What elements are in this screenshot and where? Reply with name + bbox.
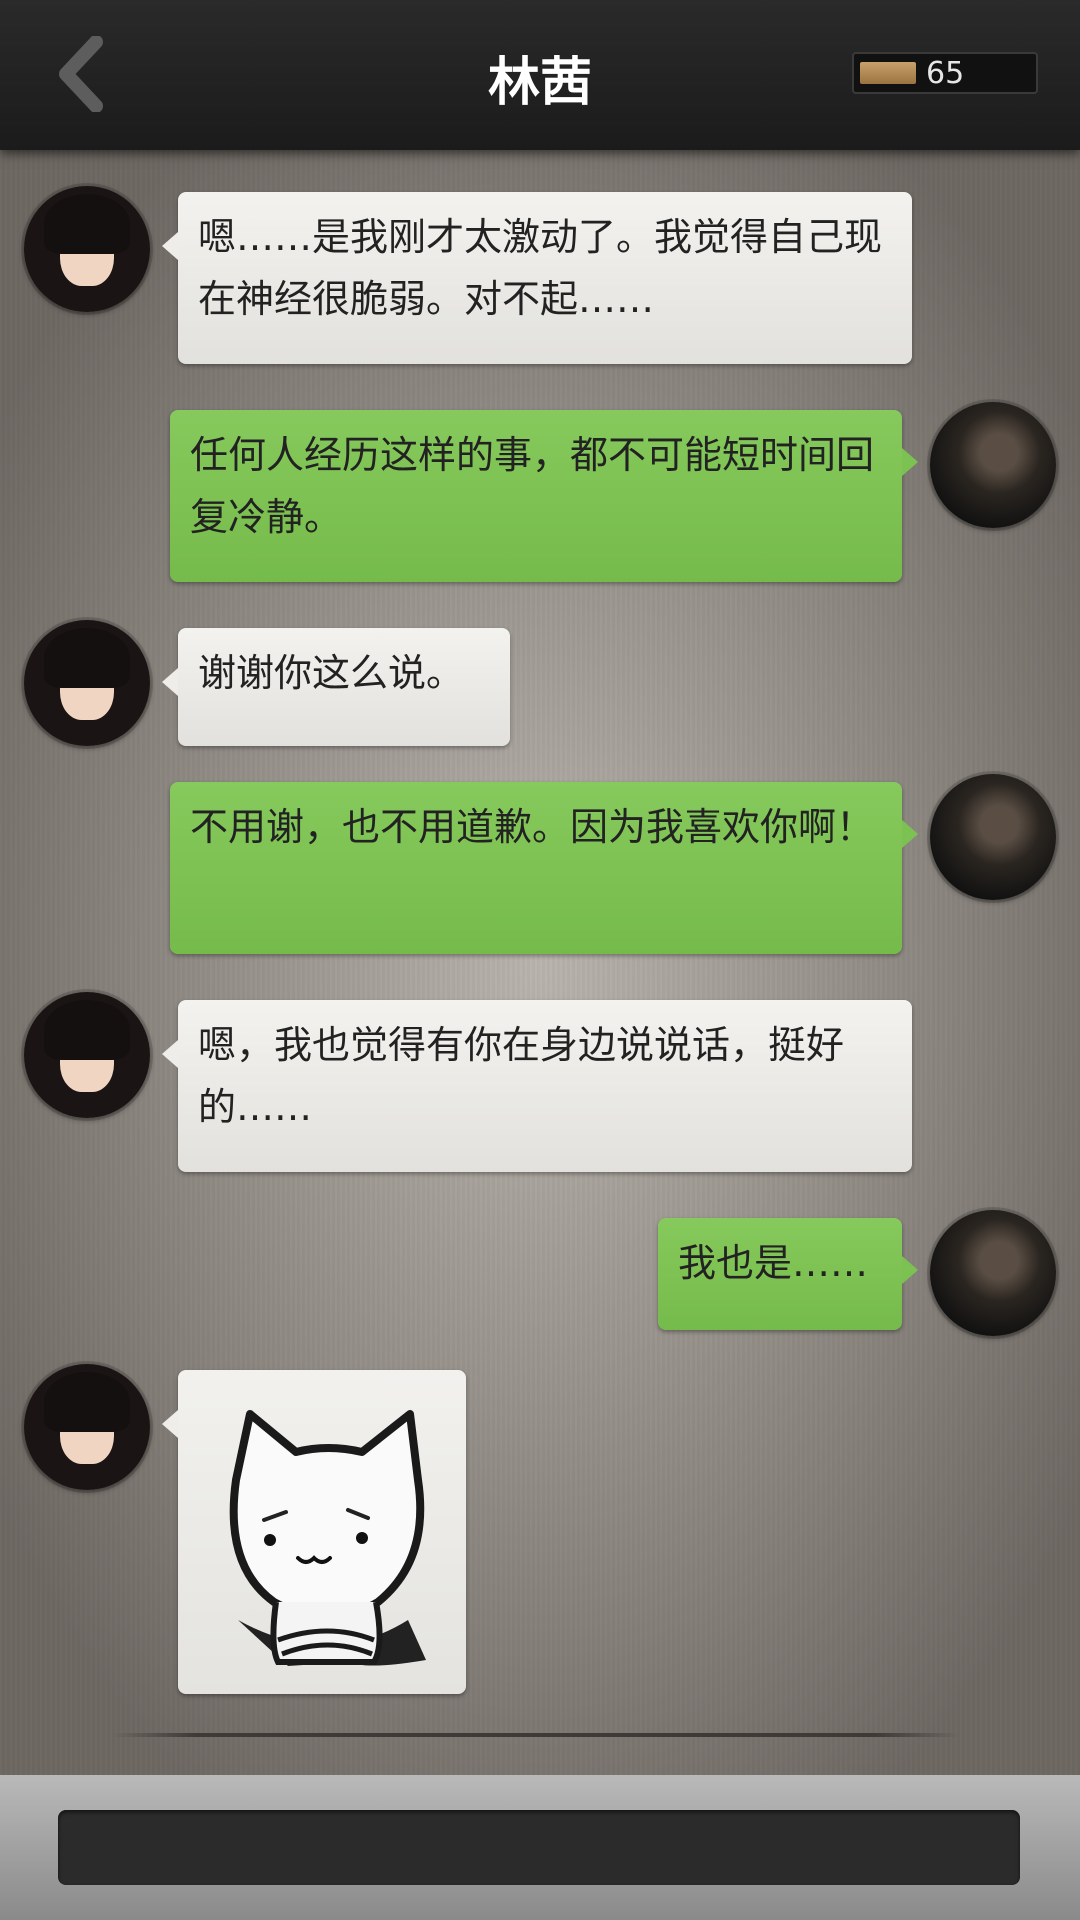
- contact-avatar[interactable]: [24, 186, 150, 312]
- outgoing-message-bubble: 我也是……: [658, 1218, 918, 1330]
- outgoing-message-bubble: 任何人经历这样的事，都不可能短时间回复冷静。: [170, 410, 918, 582]
- contact-avatar[interactable]: [24, 1364, 150, 1490]
- contact-avatar[interactable]: [24, 992, 150, 1118]
- message-text: 谢谢你这么说。: [198, 651, 465, 695]
- my-avatar[interactable]: [930, 1210, 1056, 1336]
- reply-option-bar[interactable]: [58, 1810, 1020, 1885]
- chat-area[interactable]: [0, 150, 1080, 1775]
- coin-icon: [860, 62, 916, 84]
- contact-avatar[interactable]: [24, 620, 150, 746]
- bottom-bar: [0, 1775, 1080, 1920]
- incoming-message-bubble: 嗯……是我刚才太激动了。我觉得自己现在神经很脆弱。对不起……: [162, 192, 912, 364]
- coin-counter: 65: [852, 52, 1038, 94]
- top-bar: 林茜 65: [0, 0, 1080, 150]
- my-avatar[interactable]: [930, 402, 1056, 528]
- incoming-message-bubble: 谢谢你这么说。: [162, 628, 510, 746]
- sticker-message-bubble[interactable]: [162, 1370, 466, 1694]
- divider-line: [112, 1733, 960, 1737]
- my-avatar[interactable]: [930, 774, 1056, 900]
- message-text: 我也是……: [678, 1241, 869, 1285]
- message-text: 任何人经历这样的事，都不可能短时间回复冷静。: [190, 433, 875, 539]
- coin-count: 65: [926, 56, 965, 91]
- cat-sticker: [229, 1410, 426, 1666]
- message-text: 嗯，我也觉得有你在身边说说话，挺好的……: [198, 1023, 845, 1129]
- incoming-message-bubble: 嗯，我也觉得有你在身边说说话，挺好的……: [162, 1000, 912, 1172]
- message-text: 不用谢，也不用道歉。因为我喜欢你啊！: [190, 805, 875, 849]
- outgoing-message-bubble: 不用谢，也不用道歉。因为我喜欢你啊！: [170, 782, 918, 954]
- message-text: 嗯……是我刚才太激动了。我觉得自己现在神经很脆弱。对不起……: [198, 215, 883, 321]
